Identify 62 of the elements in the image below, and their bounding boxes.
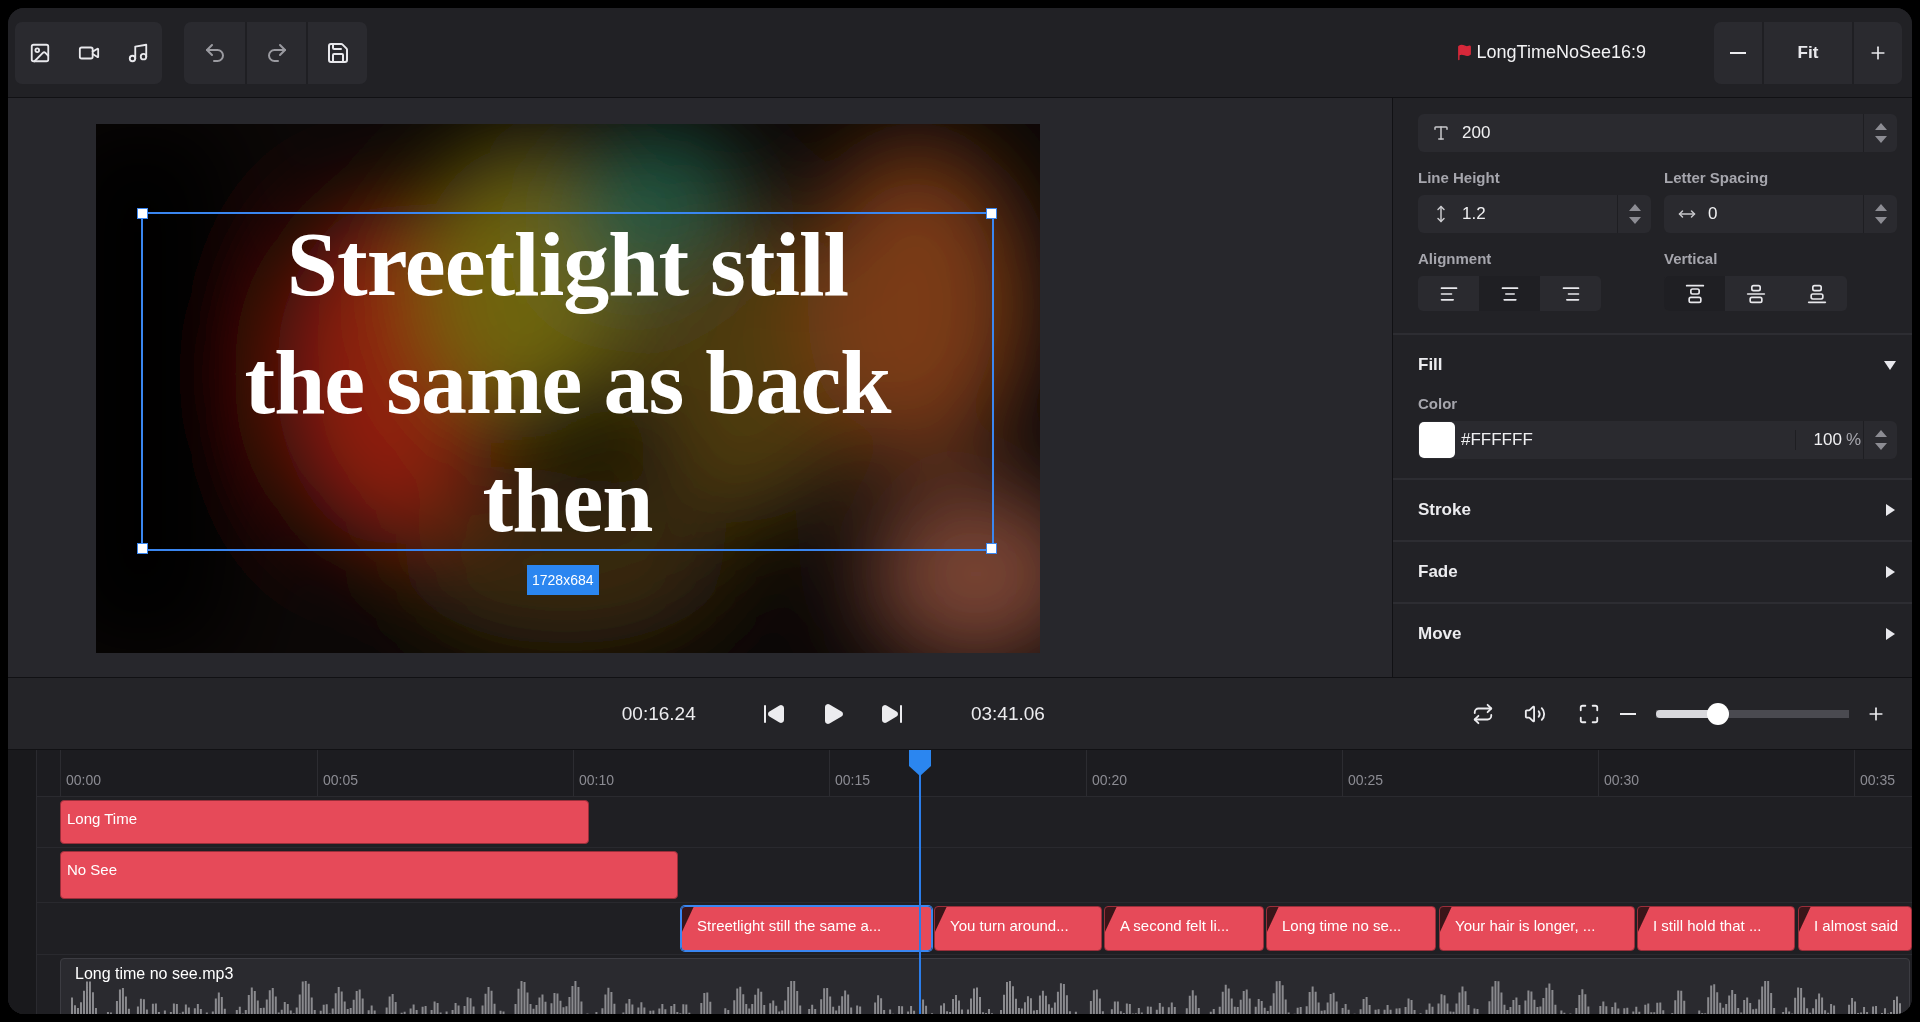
section-title: Stroke [1418, 500, 1471, 520]
color-swatch[interactable] [1419, 422, 1455, 458]
field-label: Line Height [1418, 169, 1501, 186]
slider-thumb[interactable] [1706, 702, 1729, 725]
line-height-field[interactable]: 1.2 [1418, 195, 1651, 233]
fullscreen-icon [1578, 702, 1601, 725]
subtitle-clip[interactable]: I still hold that ... [1637, 906, 1795, 951]
letter-spacing-field[interactable]: 0 [1664, 195, 1897, 233]
subtitle-clip[interactable]: You turn around... [934, 906, 1102, 951]
loop-icon [1471, 702, 1494, 725]
align-middle-icon [1745, 283, 1766, 304]
resize-handle[interactable] [137, 208, 148, 219]
section-title: Move [1418, 624, 1462, 644]
font-size-field[interactable]: 200 [1418, 114, 1897, 152]
time-label: 00:00 [66, 772, 102, 788]
time-label: 00:30 [1604, 772, 1640, 788]
section-header[interactable]: Fill [1418, 335, 1897, 395]
subtitle-clip[interactable]: Streetlight still the same a... [681, 906, 932, 951]
color-field[interactable]: #FFFFFF 100 % [1418, 421, 1897, 459]
resize-handle[interactable] [986, 543, 997, 554]
section-header[interactable]: Fade [1418, 542, 1897, 602]
time-label: 00:20 [1092, 772, 1128, 788]
project-title: LongTimeNoSee16:9 [1476, 42, 1646, 63]
field-label: Alignment [1418, 250, 1493, 267]
section-header[interactable]: Move [1418, 604, 1897, 664]
field-label: Color [1418, 395, 1459, 412]
caption-text: Streetlight still the same as back then [244, 211, 891, 553]
percent-unit: % [1845, 430, 1861, 450]
minus-icon [1620, 712, 1637, 715]
time-label: 00:10 [579, 772, 615, 788]
total-time: 03:41.06 [969, 702, 1046, 725]
subtitle-clip[interactable]: Your hair is longer, ... [1439, 906, 1635, 951]
text-clip[interactable]: No See [60, 851, 678, 899]
resize-handle[interactable] [986, 208, 997, 219]
audio-clip[interactable]: Long time no see.mp3 [60, 958, 1910, 1014]
time-label: 00:35 [1860, 772, 1896, 788]
section-header[interactable]: Stroke [1418, 480, 1897, 540]
section-title: Fade [1418, 562, 1458, 582]
minus-icon [1730, 51, 1746, 54]
align-bottom-icon [1806, 283, 1827, 304]
text-size-icon [1432, 124, 1450, 142]
flag-icon [1455, 44, 1473, 61]
field-label: Letter Spacing [1664, 169, 1770, 186]
subtitle-clip[interactable]: A second felt li... [1104, 906, 1264, 951]
time-label: 00:05 [323, 772, 359, 788]
image-icon [28, 41, 51, 64]
current-time: 00:16.24 [620, 702, 697, 725]
opacity-value: 100 [1794, 430, 1846, 450]
save-icon [325, 40, 350, 65]
field-label: Vertical [1664, 250, 1719, 267]
section-title: Fill [1418, 355, 1443, 375]
text-clip[interactable]: Long Time [60, 800, 589, 844]
size-badge: 1728x684 [527, 565, 599, 595]
time-label: 00:15 [835, 772, 871, 788]
time-label: 00:25 [1348, 772, 1384, 788]
resize-handle[interactable] [137, 543, 148, 554]
subtitle-clip[interactable]: I almost said [1798, 906, 1912, 951]
subtitle-clip[interactable]: Long time no se... [1266, 906, 1436, 951]
clip-label: Long time no see.mp3 [75, 965, 234, 983]
playhead[interactable] [907, 750, 933, 1014]
music-note-icon [126, 41, 149, 64]
align-top-icon [1684, 283, 1705, 304]
